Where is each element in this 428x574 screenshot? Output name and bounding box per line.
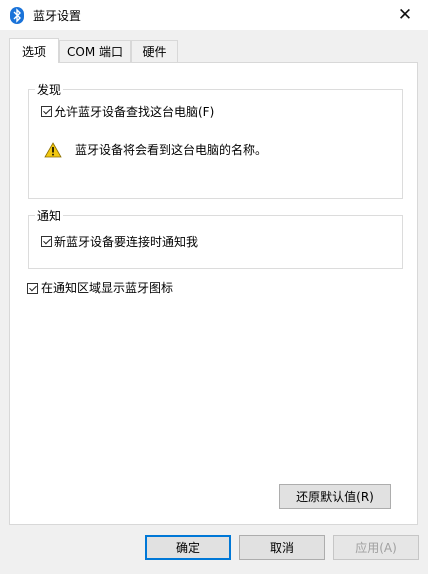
discovery-legend: 发现 bbox=[35, 81, 64, 98]
apply-button[interactable]: 应用(A) bbox=[333, 535, 419, 560]
notify-group: 通知 新蓝牙设备要连接时通知我 bbox=[28, 207, 403, 269]
cancel-label: 取消 bbox=[269, 541, 294, 555]
discovery-warning-text: 蓝牙设备将会看到这台电脑的名称。 bbox=[75, 143, 268, 157]
notify-label[interactable]: 新蓝牙设备要连接时通知我 bbox=[54, 233, 198, 250]
window-title: 蓝牙设置 bbox=[33, 9, 82, 23]
notify-legend: 通知 bbox=[35, 207, 64, 224]
tab-com-ports-label: COM 端口 bbox=[67, 45, 123, 59]
options-panel: 发现 允许蓝牙设备查找这台电脑(F) 蓝牙设备将会看到这台电脑的名称。 通知 新… bbox=[9, 62, 418, 525]
apply-label: 应用(A) bbox=[355, 541, 397, 555]
warning-icon bbox=[44, 142, 62, 158]
cancel-button[interactable]: 取消 bbox=[239, 535, 325, 560]
tab-options-label: 选项 bbox=[21, 44, 46, 59]
title-bar: 蓝牙设置 ✕ bbox=[0, 0, 428, 30]
allow-discovery-checkbox[interactable] bbox=[41, 106, 52, 117]
tab-hardware-label: 硬件 bbox=[142, 45, 167, 59]
discovery-group: 发现 允许蓝牙设备查找这台电脑(F) 蓝牙设备将会看到这台电脑的名称。 bbox=[28, 81, 403, 199]
restore-defaults-button[interactable]: 还原默认值(R) bbox=[279, 484, 391, 509]
bluetooth-icon bbox=[10, 7, 24, 24]
ok-label: 确定 bbox=[175, 541, 200, 555]
show-tray-icon-label[interactable]: 在通知区域显示蓝牙图标 bbox=[41, 279, 173, 296]
tab-com-ports[interactable]: COM 端口 bbox=[59, 40, 131, 62]
restore-defaults-label: 还原默认值(R) bbox=[296, 490, 374, 504]
close-icon: ✕ bbox=[397, 5, 413, 25]
close-button[interactable]: ✕ bbox=[382, 0, 428, 30]
allow-discovery-label[interactable]: 允许蓝牙设备查找这台电脑(F) bbox=[54, 103, 214, 120]
show-tray-icon-checkbox[interactable] bbox=[27, 283, 38, 294]
tab-hardware[interactable]: 硬件 bbox=[131, 40, 178, 62]
ok-button[interactable]: 确定 bbox=[145, 535, 231, 560]
tab-options[interactable]: 选项 bbox=[9, 38, 59, 63]
notify-checkbox[interactable] bbox=[41, 236, 52, 247]
